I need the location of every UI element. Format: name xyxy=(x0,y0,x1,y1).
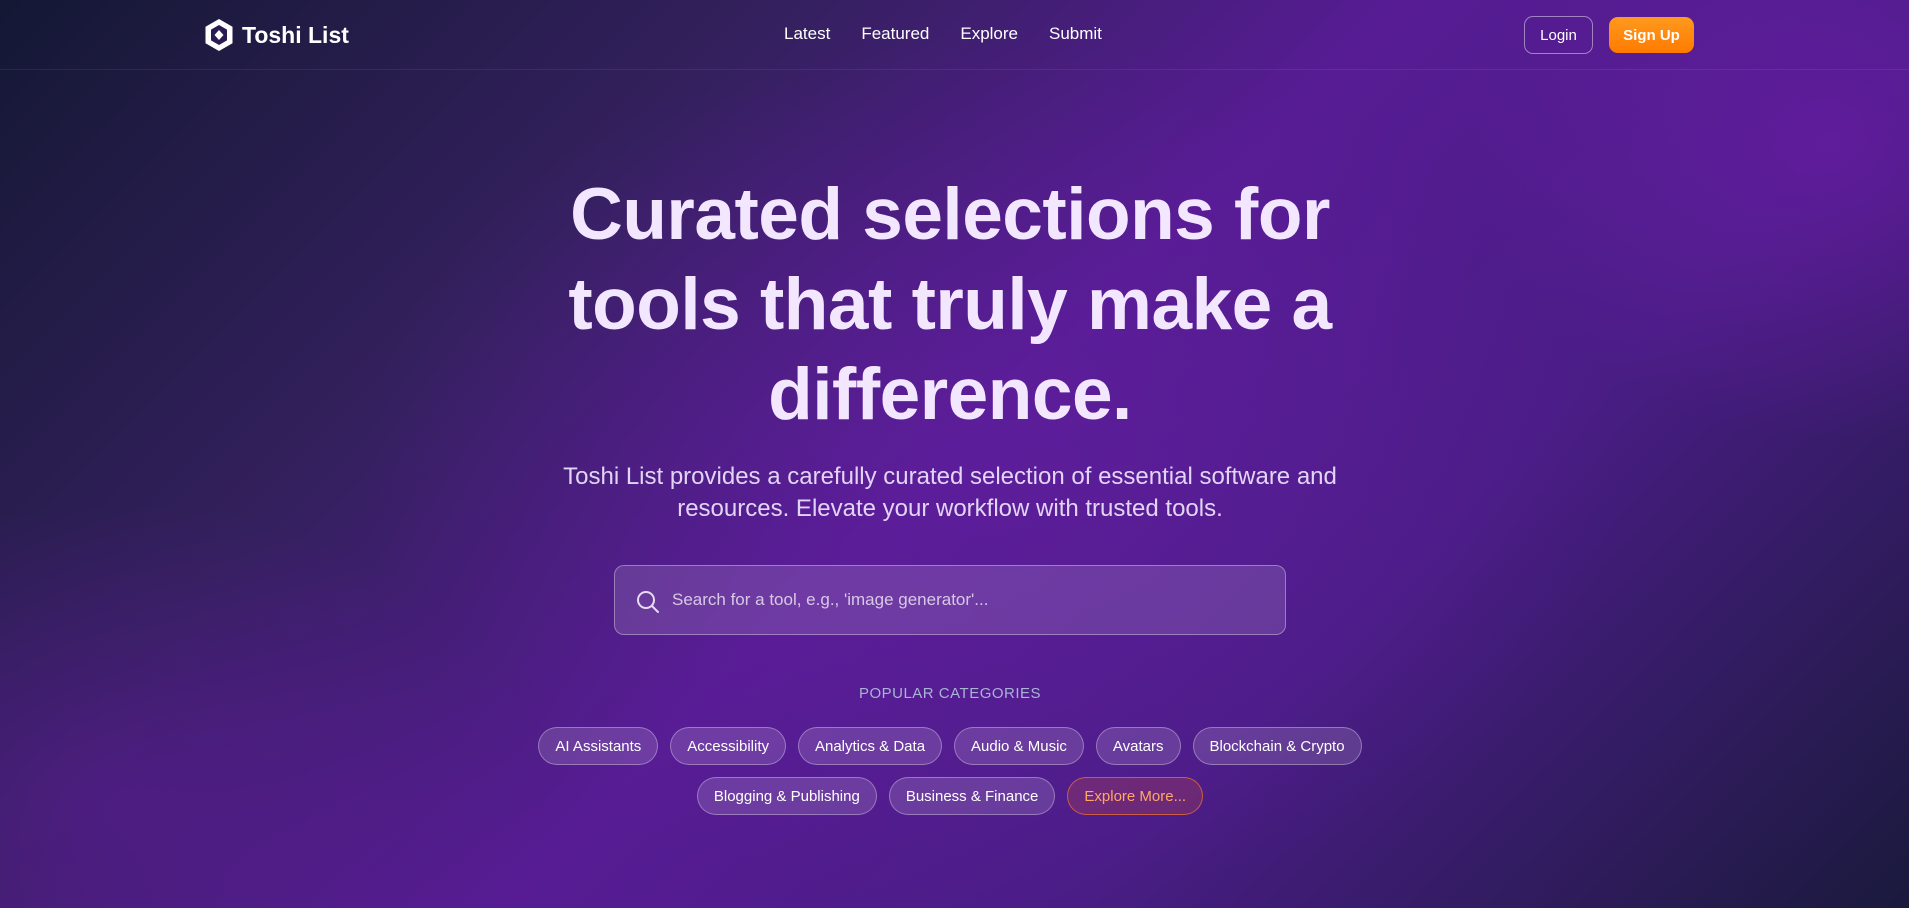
category-row-1: AI Assistants Accessibility Analytics & … xyxy=(454,727,1446,765)
explore-more-button[interactable]: Explore More... xyxy=(1067,777,1204,815)
nav-featured[interactable]: Featured xyxy=(861,24,929,44)
category-chip-avatars[interactable]: Avatars xyxy=(1095,727,1181,765)
category-chip-business-finance[interactable]: Business & Finance xyxy=(888,777,1056,815)
category-row-2: Blogging & Publishing Business & Finance… xyxy=(454,777,1446,815)
category-chip-audio-music[interactable]: Audio & Music xyxy=(954,727,1084,765)
hero-title: Curated selections for tools that truly … xyxy=(568,174,1332,435)
hexagon-logo-icon xyxy=(205,19,233,51)
category-chip-blockchain-crypto[interactable]: Blockchain & Crypto xyxy=(1192,727,1362,765)
category-chip-blogging-publishing[interactable]: Blogging & Publishing xyxy=(696,777,877,815)
signup-button[interactable]: Sign Up xyxy=(1609,17,1694,53)
category-chip-ai-assistants[interactable]: AI Assistants xyxy=(538,727,659,765)
nav-latest[interactable]: Latest xyxy=(784,24,830,44)
category-chip-analytics-data[interactable]: Analytics & Data xyxy=(797,727,943,765)
category-chip-accessibility[interactable]: Accessibility xyxy=(670,727,786,765)
search-icon xyxy=(637,591,659,613)
search-bar[interactable] xyxy=(614,565,1286,635)
logo[interactable]: Toshi List xyxy=(204,18,349,52)
login-button[interactable]: Login xyxy=(1524,16,1593,54)
popular-categories-label: POPULAR CATEGORIES xyxy=(858,685,1042,702)
logo-text: Toshi List xyxy=(242,21,349,48)
nav-explore[interactable]: Explore xyxy=(960,24,1018,44)
main-nav: Latest Featured Explore Submit xyxy=(784,24,1102,44)
nav-submit[interactable]: Submit xyxy=(1049,24,1102,44)
hero-subtitle: Toshi List provides a carefully curated … xyxy=(563,463,1337,522)
search-input[interactable] xyxy=(672,566,1272,634)
site-header: Toshi List Latest Featured Explore Submi… xyxy=(0,0,1909,70)
